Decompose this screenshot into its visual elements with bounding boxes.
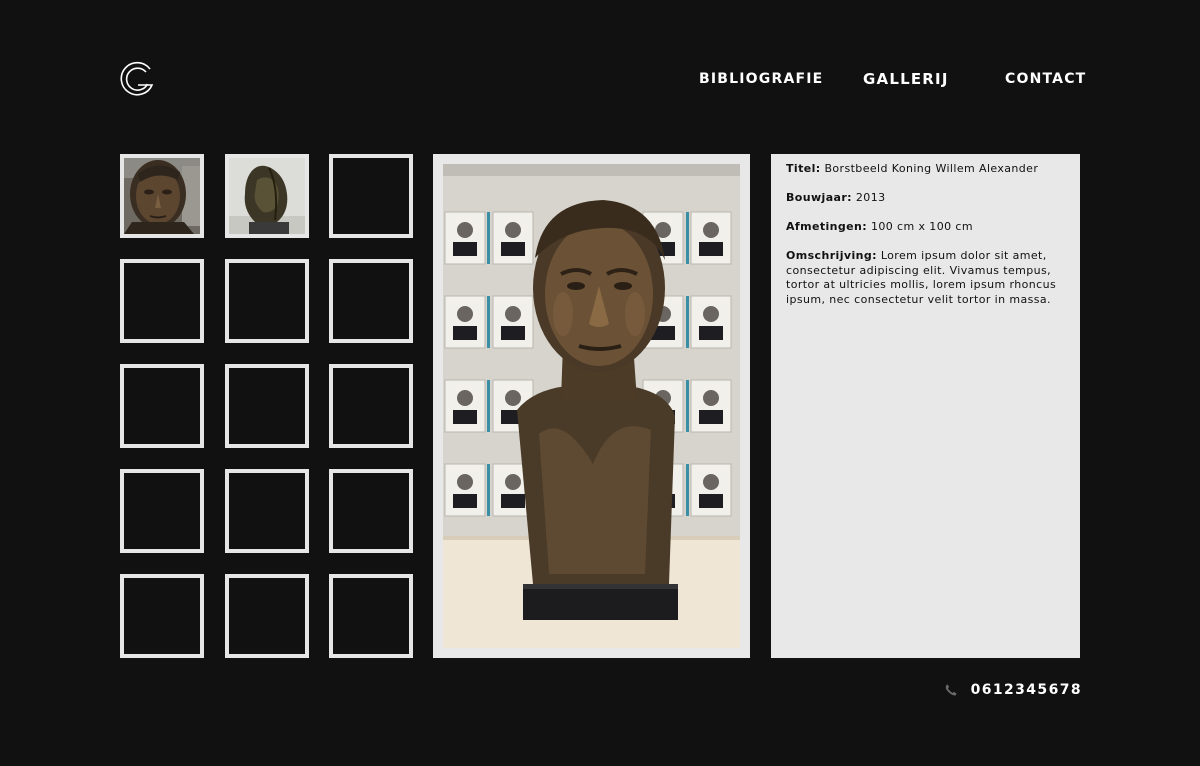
thumbnail-empty[interactable] — [120, 364, 204, 448]
thumbnail-empty[interactable] — [120, 469, 204, 553]
thumbnail-empty[interactable] — [225, 574, 309, 658]
thumbnail-empty[interactable] — [225, 469, 309, 553]
detail-year: Bouwjaar: 2013 — [786, 191, 1066, 206]
thumbnail-empty[interactable] — [225, 364, 309, 448]
nav-item-contact[interactable]: CONTACT — [1005, 71, 1086, 87]
title-value: Borstbeeld Koning Willem Alexander — [824, 162, 1039, 175]
bust-thumbnail-image — [124, 158, 200, 234]
thumbnail-empty[interactable] — [329, 364, 413, 448]
detail-description: Omschrijving: Lorem ipsum dolor sit amet… — [786, 249, 1066, 307]
thumbnail-empty[interactable] — [329, 469, 413, 553]
size-value: 100 cm x 100 cm — [870, 220, 973, 233]
phone-contact[interactable]: 0612345678 — [944, 680, 1082, 700]
artwork-details-panel: Titel: Borstbeeld Koning Willem Alexande… — [771, 154, 1080, 658]
detail-size: Afmetingen: 100 cm x 100 cm — [786, 220, 1066, 235]
phone-icon — [945, 684, 957, 696]
thumbnail-empty[interactable] — [329, 574, 413, 658]
thumbnail-bust[interactable] — [120, 154, 204, 238]
thumbnail-empty[interactable] — [225, 259, 309, 343]
title-label: Titel: — [786, 162, 821, 175]
desc-label: Omschrijving: — [786, 249, 877, 262]
thumbnail-empty[interactable] — [329, 259, 413, 343]
thumbnail-empty[interactable] — [329, 154, 413, 238]
thumbnail-empty[interactable] — [120, 574, 204, 658]
bronze-bust-photo — [443, 164, 740, 648]
phone-number[interactable]: 0612345678 — [971, 682, 1082, 698]
nav-item-gallerij[interactable]: GALLERIJ — [863, 70, 949, 88]
main-image-frame — [433, 154, 750, 658]
main-nav: BIBLIOGRAFIE GALLERIJ CONTACT — [0, 70, 1200, 93]
thumbnail-abstract-sculpture[interactable] — [225, 154, 309, 238]
size-label: Afmetingen: — [786, 220, 868, 233]
year-value: 2013 — [855, 191, 886, 204]
nav-item-bibliografie[interactable]: BIBLIOGRAFIE — [699, 71, 823, 87]
year-label: Bouwjaar: — [786, 191, 852, 204]
thumbnail-grid — [120, 154, 413, 658]
abstract-sculpture-thumbnail-image — [229, 158, 305, 234]
thumbnail-empty[interactable] — [120, 259, 204, 343]
detail-title: Titel: Borstbeeld Koning Willem Alexande… — [786, 162, 1066, 177]
